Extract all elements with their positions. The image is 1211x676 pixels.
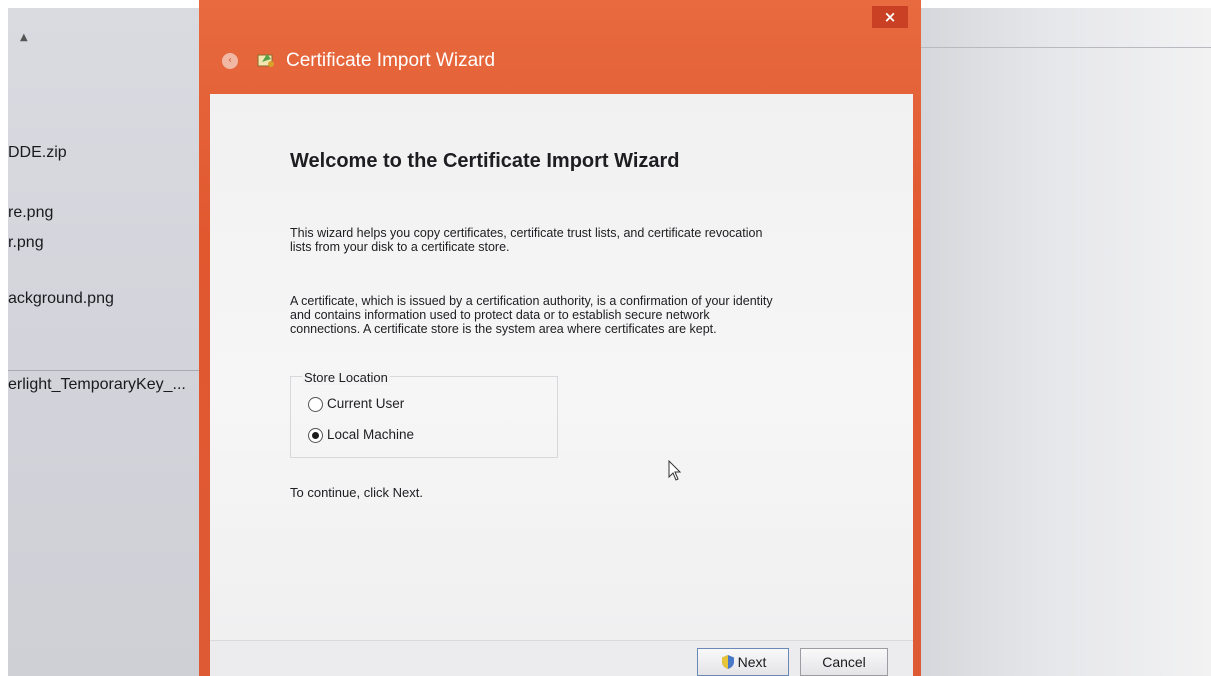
divider bbox=[920, 38, 1211, 48]
cancel-button[interactable]: Cancel bbox=[800, 648, 888, 676]
file-item[interactable]: erlight_TemporaryKey_... bbox=[8, 376, 186, 394]
back-arrow-icon: ‹ bbox=[228, 55, 232, 66]
current-user-radio[interactable] bbox=[308, 397, 323, 412]
divider bbox=[8, 370, 206, 371]
description-text-line: and contains information used to protect… bbox=[290, 308, 710, 322]
background-file-list: ▲ DDE.zip re.png r.png ackground.png erl… bbox=[8, 8, 206, 676]
current-user-radio-label[interactable]: Current User bbox=[327, 396, 404, 411]
continue-instruction: To continue, click Next. bbox=[290, 485, 423, 500]
background-desktop bbox=[920, 8, 1211, 676]
shield-icon bbox=[721, 655, 734, 669]
wizard-content-area bbox=[210, 94, 913, 640]
mouse-cursor-icon bbox=[668, 460, 682, 481]
close-icon: × bbox=[883, 8, 897, 26]
radio-selected-dot bbox=[312, 432, 319, 439]
cancel-button-label: Cancel bbox=[822, 654, 866, 670]
certificate-wizard-icon bbox=[257, 54, 274, 67]
scroll-up-icon[interactable]: ▲ bbox=[20, 32, 30, 43]
file-item[interactable]: r.png bbox=[8, 234, 44, 252]
file-item[interactable]: re.png bbox=[8, 204, 53, 222]
file-item[interactable]: DDE.zip bbox=[8, 144, 67, 162]
intro-text-line: This wizard helps you copy certificates,… bbox=[290, 226, 763, 240]
local-machine-radio-label[interactable]: Local Machine bbox=[327, 427, 414, 442]
store-location-group bbox=[290, 376, 558, 458]
description-text-line: connections. A certificate store is the … bbox=[290, 322, 717, 336]
page-heading: Welcome to the Certificate Import Wizard bbox=[290, 150, 680, 172]
intro-text-line: lists from your disk to a certificate st… bbox=[290, 240, 510, 254]
file-item[interactable]: ackground.png bbox=[8, 290, 114, 308]
back-button[interactable]: ‹ bbox=[222, 53, 238, 69]
next-button[interactable]: Next bbox=[697, 648, 789, 676]
local-machine-radio[interactable] bbox=[308, 428, 323, 443]
store-location-label: Store Location bbox=[302, 370, 390, 385]
next-button-label: Next bbox=[737, 654, 767, 670]
window-title: Certificate Import Wizard bbox=[286, 50, 496, 71]
description-text-line: A certificate, which is issued by a cert… bbox=[290, 294, 773, 308]
close-button[interactable]: × bbox=[872, 6, 908, 28]
screen: ▲ DDE.zip re.png r.png ackground.png erl… bbox=[0, 0, 1211, 676]
